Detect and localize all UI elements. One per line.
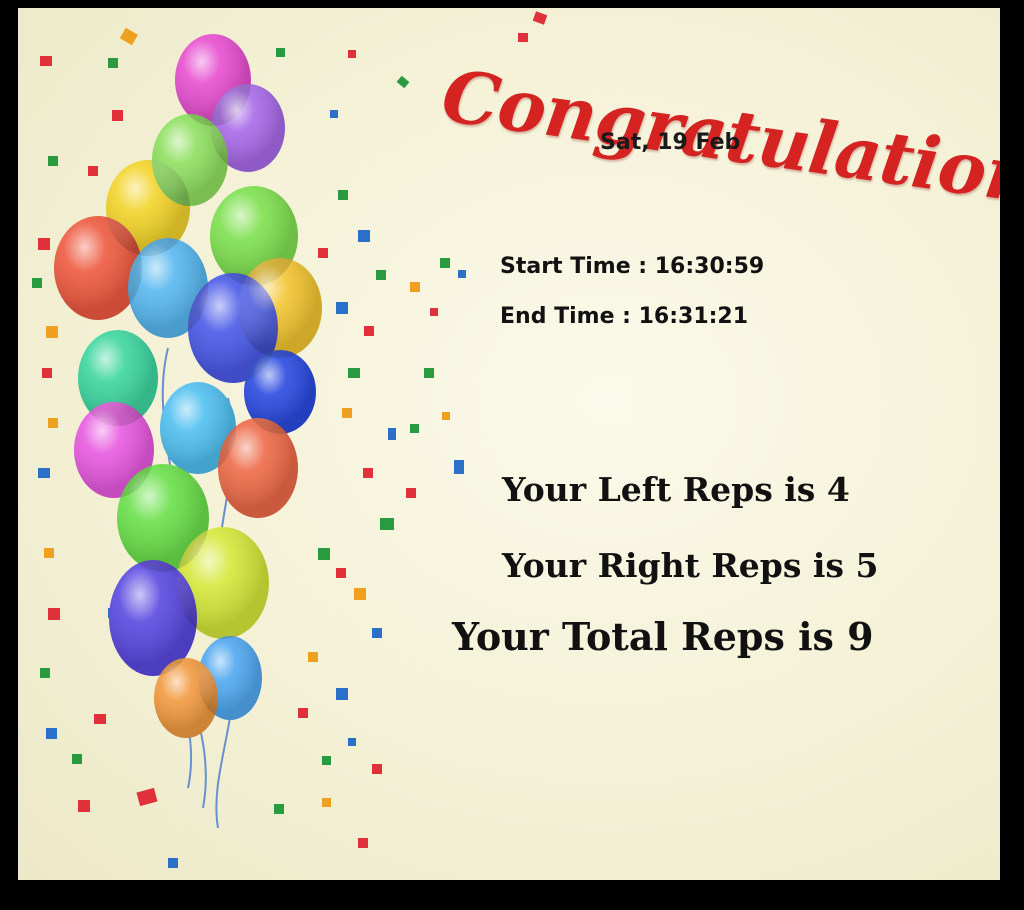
right-reps: Your Right Reps is 5 xyxy=(502,546,879,585)
end-time: End Time : 16:31:21 xyxy=(500,304,749,329)
start-time: Start Time : 16:30:59 xyxy=(500,254,765,279)
congratulations-card: Congratulations! Sat, 19 Feb Start Time … xyxy=(18,8,1000,880)
total-reps: Your Total Reps is 9 xyxy=(452,614,874,659)
left-reps: Your Left Reps is 4 xyxy=(502,470,850,509)
balloons xyxy=(54,34,322,738)
session-date: Sat, 19 Feb xyxy=(600,130,741,155)
